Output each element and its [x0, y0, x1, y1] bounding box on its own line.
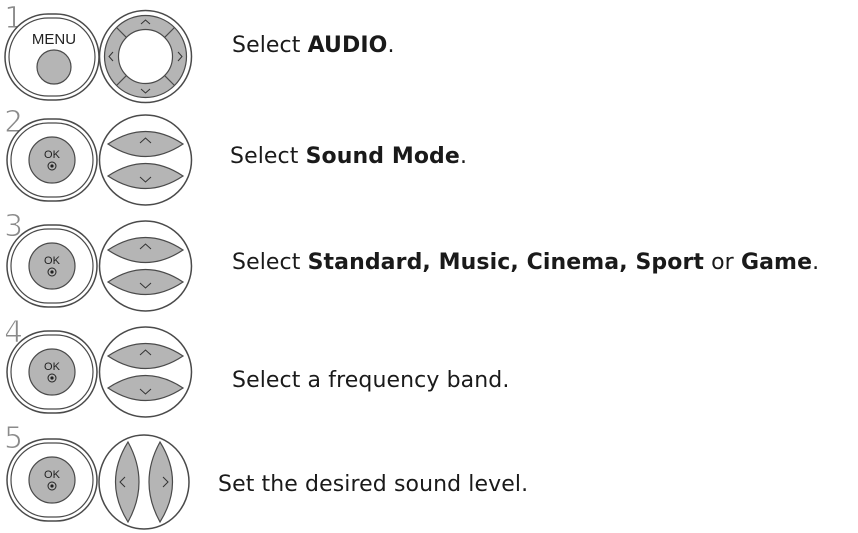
four-way-navigation-pad-icon: [98, 9, 193, 104]
step-instruction: Select AUDIO.: [232, 33, 395, 58]
menu-option-audio: AUDIO: [307, 33, 388, 58]
menu-button-label: MENU: [32, 31, 76, 48]
up-down-buttons-icon: [98, 326, 193, 418]
step-3: 3 OK Select Standard, Music, Cinema, Spo…: [0, 211, 858, 314]
ok-button-icon: OK: [6, 224, 98, 308]
step-instruction: Set the desired sound level.: [218, 472, 529, 497]
step-4: 4 OK Select a frequency band.: [0, 317, 858, 420]
left-right-buttons-icon: [98, 434, 190, 530]
step-2: 2 OK Select Sound Mode.: [0, 107, 858, 208]
menu-option-sound-mode: Sound Mode: [305, 144, 460, 169]
step-instruction: Select a frequency band.: [232, 368, 510, 393]
ok-button-icon: OK: [6, 118, 98, 202]
ok-button-icon: OK: [6, 330, 98, 414]
step-instruction: Select Sound Mode.: [230, 144, 468, 169]
ok-button-label: OK: [44, 469, 61, 481]
menu-button-icon: MENU: [4, 13, 100, 101]
sound-mode-options: Standard, Music, Cinema, Sport: [307, 250, 705, 275]
step-1: 1 MENU Select AUDIO.: [0, 0, 858, 104]
step-instruction: Select Standard, Music, Cinema, Sport or…: [232, 250, 820, 275]
ok-button-label: OK: [44, 255, 61, 267]
step-5: 5 OK Set the desired sound level.: [0, 423, 858, 533]
up-down-buttons-icon: [98, 114, 193, 206]
sound-mode-option-game: Game: [740, 250, 813, 275]
up-down-buttons-icon: [98, 220, 193, 312]
ok-button-label: OK: [44, 361, 61, 373]
ok-button-icon: OK: [6, 438, 98, 522]
ok-button-label: OK: [44, 149, 61, 161]
